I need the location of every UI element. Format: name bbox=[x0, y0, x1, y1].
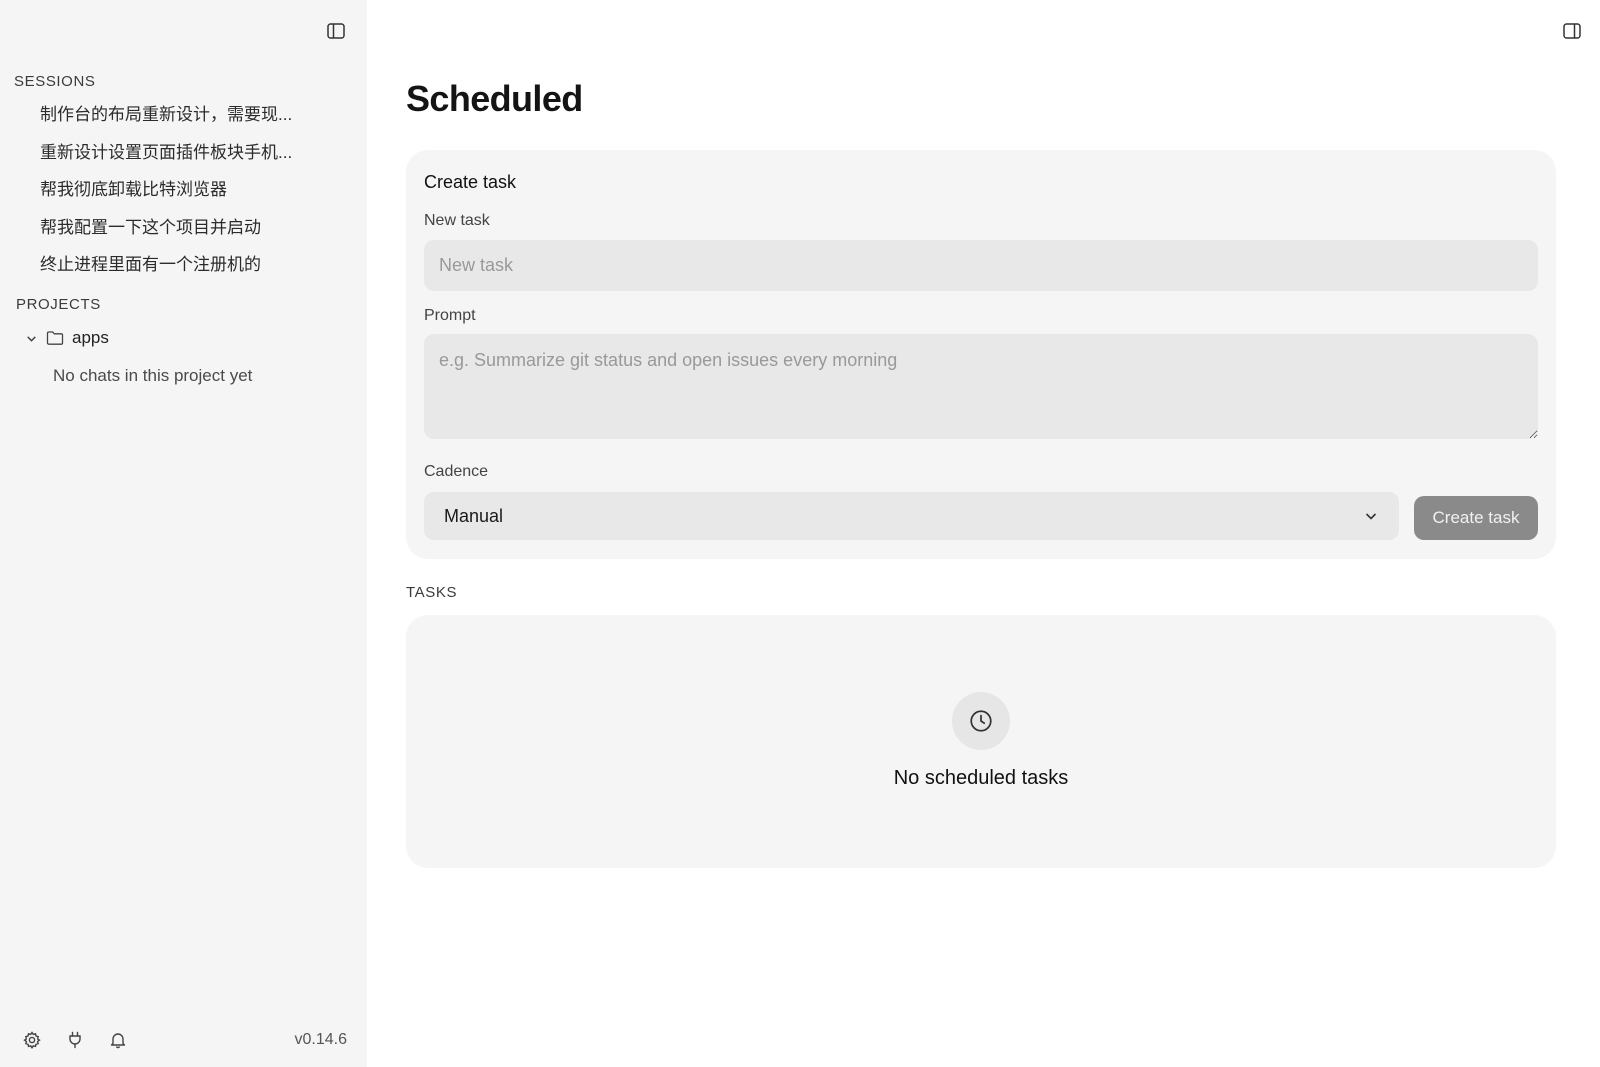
new-task-label: New task bbox=[424, 212, 490, 229]
cadence-select[interactable]: Manual bbox=[424, 492, 1399, 540]
session-item[interactable]: 帮我配置一下这个项目并启动 bbox=[40, 216, 292, 254]
project-empty-text: No chats in this project yet bbox=[53, 366, 253, 385]
project-name: apps bbox=[72, 328, 109, 347]
create-task-card: Create task New task Prompt Cadence Manu… bbox=[406, 150, 1556, 559]
version-label: v0.14.6 bbox=[294, 1031, 347, 1048]
main-content: Scheduled Create task New task Prompt Ca… bbox=[367, 0, 1600, 1067]
card-title: Create task bbox=[424, 172, 517, 192]
sessions-heading: SESSIONS bbox=[14, 73, 96, 90]
empty-state-text: No scheduled tasks bbox=[893, 767, 1069, 789]
prompt-textarea[interactable] bbox=[424, 334, 1538, 439]
projects-heading: PROJECTS bbox=[16, 296, 101, 313]
plug-icon[interactable] bbox=[65, 1030, 85, 1050]
bell-icon[interactable] bbox=[108, 1030, 128, 1050]
sidebar: SESSIONS 制作台的布局重新设计，需要现... 重新设计设置页面插件板块手… bbox=[0, 0, 367, 1067]
folder-icon bbox=[46, 331, 64, 345]
tasks-card: No scheduled tasks bbox=[406, 615, 1556, 868]
session-item[interactable]: 制作台的布局重新设计，需要现... bbox=[40, 103, 292, 141]
sidebar-footer: v0.14.6 bbox=[22, 1028, 347, 1052]
gear-icon[interactable] bbox=[22, 1030, 42, 1050]
session-item[interactable]: 帮我彻底卸载比特浏览器 bbox=[40, 178, 292, 216]
cadence-value: Manual bbox=[444, 505, 504, 526]
page-title: Scheduled bbox=[406, 78, 583, 119]
sidebar-toggle-icon[interactable] bbox=[326, 21, 346, 41]
cadence-label: Cadence bbox=[424, 463, 489, 480]
create-task-button[interactable]: Create task bbox=[1414, 496, 1538, 540]
sidebar-right-icon[interactable] bbox=[1562, 21, 1582, 41]
tasks-heading: TASKS bbox=[406, 584, 458, 601]
session-list: 制作台的布局重新设计，需要现... 重新设计设置页面插件板块手机... 帮我彻底… bbox=[40, 103, 292, 291]
empty-state-icon-wrap bbox=[952, 692, 1010, 750]
project-item-apps[interactable]: apps bbox=[25, 328, 109, 348]
chevron-down-icon[interactable] bbox=[25, 332, 38, 345]
chevron-down-icon bbox=[1365, 513, 1377, 520]
session-item[interactable]: 重新设计设置页面插件板块手机... bbox=[40, 141, 292, 179]
clock-icon bbox=[970, 710, 992, 732]
prompt-label: Prompt bbox=[424, 307, 476, 324]
new-task-input[interactable] bbox=[424, 240, 1538, 291]
session-item[interactable]: 终止进程里面有一个注册机的 bbox=[40, 253, 292, 291]
